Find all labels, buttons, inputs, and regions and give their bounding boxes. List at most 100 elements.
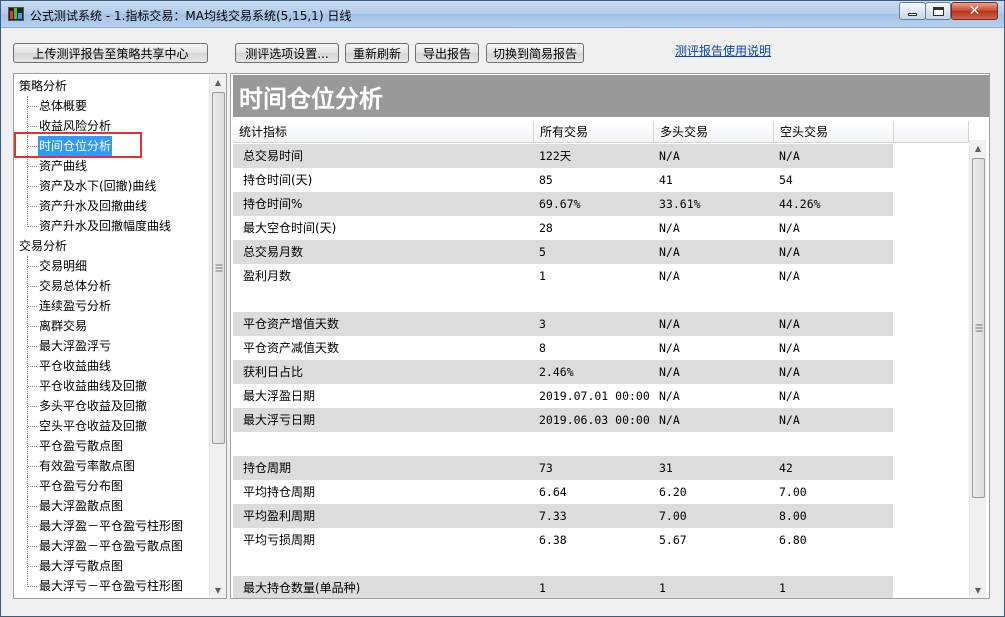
- table-row: 持仓周期 73 31 42: [233, 456, 893, 480]
- long-trades-cell: N/A: [659, 365, 680, 379]
- table-row: 平仓资产增值天数 3 N/A N/A: [233, 312, 893, 336]
- tree-item-label: 多头平仓收益及回撤: [39, 399, 148, 413]
- column-header-long[interactable]: 多头交易: [654, 121, 774, 143]
- export-report-button[interactable]: 导出报告: [415, 43, 479, 63]
- metric-name-cell: [243, 552, 538, 576]
- table-row: 平均亏损周期 6.38 5.67 6.80: [233, 528, 893, 552]
- metric-name-cell: 获利日占比: [243, 365, 304, 379]
- minimize-button[interactable]: [899, 2, 926, 20]
- short-trades-cell: 6.80: [779, 533, 807, 547]
- table-row: 总交易月数 5 N/A N/A: [233, 240, 893, 264]
- metric-name-cell: 持仓时间(天): [243, 173, 313, 187]
- all-trades-cell: 6.64: [539, 485, 567, 499]
- long-trades-cell: 31: [659, 461, 673, 475]
- tree-item-label: 交易总体分析: [39, 279, 112, 293]
- column-header-all[interactable]: 所有交易: [534, 121, 654, 143]
- maximize-button[interactable]: [925, 2, 951, 20]
- metric-name-cell: 最大空仓时间(天): [243, 221, 337, 235]
- metric-name-cell: 平仓资产增值天数: [243, 317, 340, 331]
- table-row: 总交易时间 122天 N/A N/A: [233, 144, 893, 168]
- tree-item-label: 最大浮盈浮亏: [39, 339, 112, 353]
- table-scrollbar[interactable]: ▲ ▼: [969, 140, 986, 598]
- column-header-short[interactable]: 空头交易: [774, 121, 894, 143]
- selection-highlight-box: [14, 132, 142, 158]
- metric-name-cell: 平均持仓周期: [243, 485, 316, 499]
- tree-scroll-up-icon[interactable]: ▲: [210, 74, 226, 90]
- switch-simple-report-button[interactable]: 切换到简易报告: [486, 43, 584, 63]
- short-trades-cell: N/A: [779, 149, 800, 163]
- tree-group-1[interactable]: 交易分析: [14, 236, 67, 256]
- metric-name-cell: 盈利月数: [243, 269, 292, 283]
- all-trades-cell: 2019.07.01 00:00: [539, 389, 650, 403]
- maximize-icon: [932, 6, 944, 16]
- table-row: 最大浮亏日期 2019.06.03 00:00 N/A N/A: [233, 408, 893, 432]
- all-trades-cell: 122天: [539, 149, 572, 163]
- tree-item-label: 最大浮盈－平仓盈亏散点图: [39, 539, 184, 553]
- all-trades-cell: 73: [539, 461, 553, 475]
- tree-item-label: 资产曲线: [39, 159, 88, 173]
- tree-item-label: 资产升水及回撤幅度曲线: [39, 219, 172, 233]
- short-trades-cell: N/A: [779, 269, 800, 283]
- table-row: 最大持仓数量(单品种) 1 1 1: [233, 576, 893, 598]
- all-trades-cell: [539, 432, 656, 456]
- metric-name-cell: [243, 288, 538, 312]
- short-trades-cell: [779, 288, 893, 312]
- options-settings-button[interactable]: 测评选项设置...: [235, 43, 339, 63]
- long-trades-cell: N/A: [659, 413, 680, 427]
- tree-scrollbar[interactable]: ▲ ▼: [209, 74, 226, 598]
- column-header-metric[interactable]: 统计指标: [233, 121, 534, 143]
- tree-item-label: 总体概要: [39, 99, 88, 113]
- metric-name-cell: 最大浮盈日期: [243, 389, 316, 403]
- close-button[interactable]: ✕: [951, 2, 998, 20]
- title-bar[interactable]: 公式测试系统 - 1.指标交易：MA均线交易系统(5,15,1) 日线 ✕: [1, 1, 1004, 28]
- all-trades-cell: 7.33: [539, 509, 567, 523]
- metric-name-cell: 总交易时间: [243, 149, 304, 163]
- tree-item-label: 空头平仓收益及回撤: [39, 419, 148, 433]
- metric-name-cell: 平均亏损周期: [243, 533, 316, 547]
- all-trades-cell: 3: [539, 317, 546, 331]
- table-scroll-thumb[interactable]: [972, 158, 985, 498]
- metric-name-cell: 持仓时间%: [243, 197, 303, 211]
- all-trades-cell: 8: [539, 341, 546, 355]
- tree-scroll-thumb[interactable]: [212, 92, 225, 444]
- report-help-link[interactable]: 测评报告使用说明: [675, 42, 771, 59]
- tree-item-label: 最大浮亏－平仓盈亏柱形图: [39, 579, 184, 593]
- table-row: 最大空仓时间(天) 28 N/A N/A: [233, 216, 893, 240]
- all-trades-cell: [539, 288, 656, 312]
- long-trades-cell: N/A: [659, 245, 680, 259]
- metric-name-cell: 平仓资产减值天数: [243, 341, 340, 355]
- long-trades-cell: 41: [659, 173, 673, 187]
- tree-item-label: 平仓盈亏分布图: [39, 479, 124, 493]
- table-scroll-down-icon[interactable]: ▼: [970, 582, 986, 598]
- short-trades-cell: 42: [779, 461, 793, 475]
- all-trades-cell: 2019.06.03 00:00: [539, 413, 650, 427]
- long-trades-cell: [659, 432, 776, 456]
- tree-scroll-down-icon[interactable]: ▼: [210, 582, 226, 598]
- tree-item-label: 交易明细: [39, 259, 88, 273]
- metric-name-cell: 最大浮亏日期: [243, 413, 316, 427]
- short-trades-cell: N/A: [779, 245, 800, 259]
- metric-name-cell: 最大持仓数量(单品种): [243, 581, 361, 595]
- tree-item-label: 资产升水及回撤曲线: [39, 199, 148, 213]
- table-row: 平仓资产减值天数 8 N/A N/A: [233, 336, 893, 360]
- short-trades-cell: 1: [779, 581, 786, 595]
- short-trades-cell: 44.26%: [779, 197, 821, 211]
- short-trades-cell: [779, 552, 893, 576]
- table-row: [233, 432, 893, 456]
- upload-report-button[interactable]: 上传测评报告至策略共享中心: [13, 43, 208, 63]
- metric-name-cell: 平均盈利周期: [243, 509, 316, 523]
- tree-group-0[interactable]: 策略分析: [14, 76, 67, 96]
- window-title: 公式测试系统 - 1.指标交易：MA均线交易系统(5,15,1) 日线: [30, 9, 352, 23]
- column-header-spacer: [894, 121, 969, 143]
- long-trades-cell: 6.20: [659, 485, 687, 499]
- close-icon: ✕: [968, 3, 981, 19]
- table-row: 盈利月数 1 N/A N/A: [233, 264, 893, 288]
- minimize-icon: [908, 12, 917, 16]
- main-window: 公式测试系统 - 1.指标交易：MA均线交易系统(5,15,1) 日线 ✕ 上传…: [0, 0, 1005, 617]
- refresh-button[interactable]: 重新刷新: [345, 43, 409, 63]
- table-scroll-up-icon[interactable]: ▲: [970, 140, 986, 156]
- long-trades-cell: N/A: [659, 341, 680, 355]
- short-trades-cell: 54: [779, 173, 793, 187]
- metric-name-cell: [243, 432, 538, 456]
- short-trades-cell: N/A: [779, 365, 800, 379]
